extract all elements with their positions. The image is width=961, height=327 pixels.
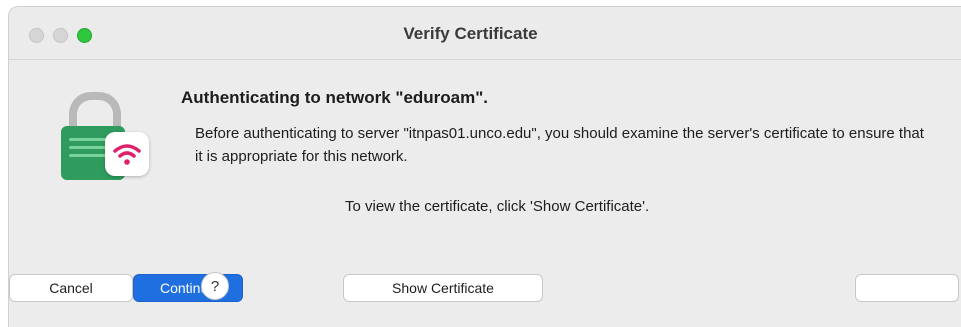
verify-certificate-window: Verify Certificate Authenticating to net…: [8, 6, 961, 327]
wifi-icon: [105, 132, 149, 176]
window-title: Verify Certificate: [403, 24, 538, 43]
right-edge-button[interactable]: [855, 274, 959, 302]
certificate-icon: [57, 84, 153, 180]
cancel-button[interactable]: Cancel: [9, 274, 133, 302]
dialog-heading: Authenticating to network "eduroam".: [181, 88, 489, 107]
show-certificate-hint: To view the certificate, click 'Show Cer…: [345, 198, 650, 215]
help-button[interactable]: ?: [201, 272, 229, 300]
show-certificate-button[interactable]: Show Certificate: [343, 274, 543, 302]
titlebar: Verify Certificate: [9, 7, 961, 60]
dialog-message: Before authenticating to server "itnpas0…: [195, 125, 924, 165]
dialog-content: Authenticating to network "eduroam". Bef…: [9, 60, 961, 327]
